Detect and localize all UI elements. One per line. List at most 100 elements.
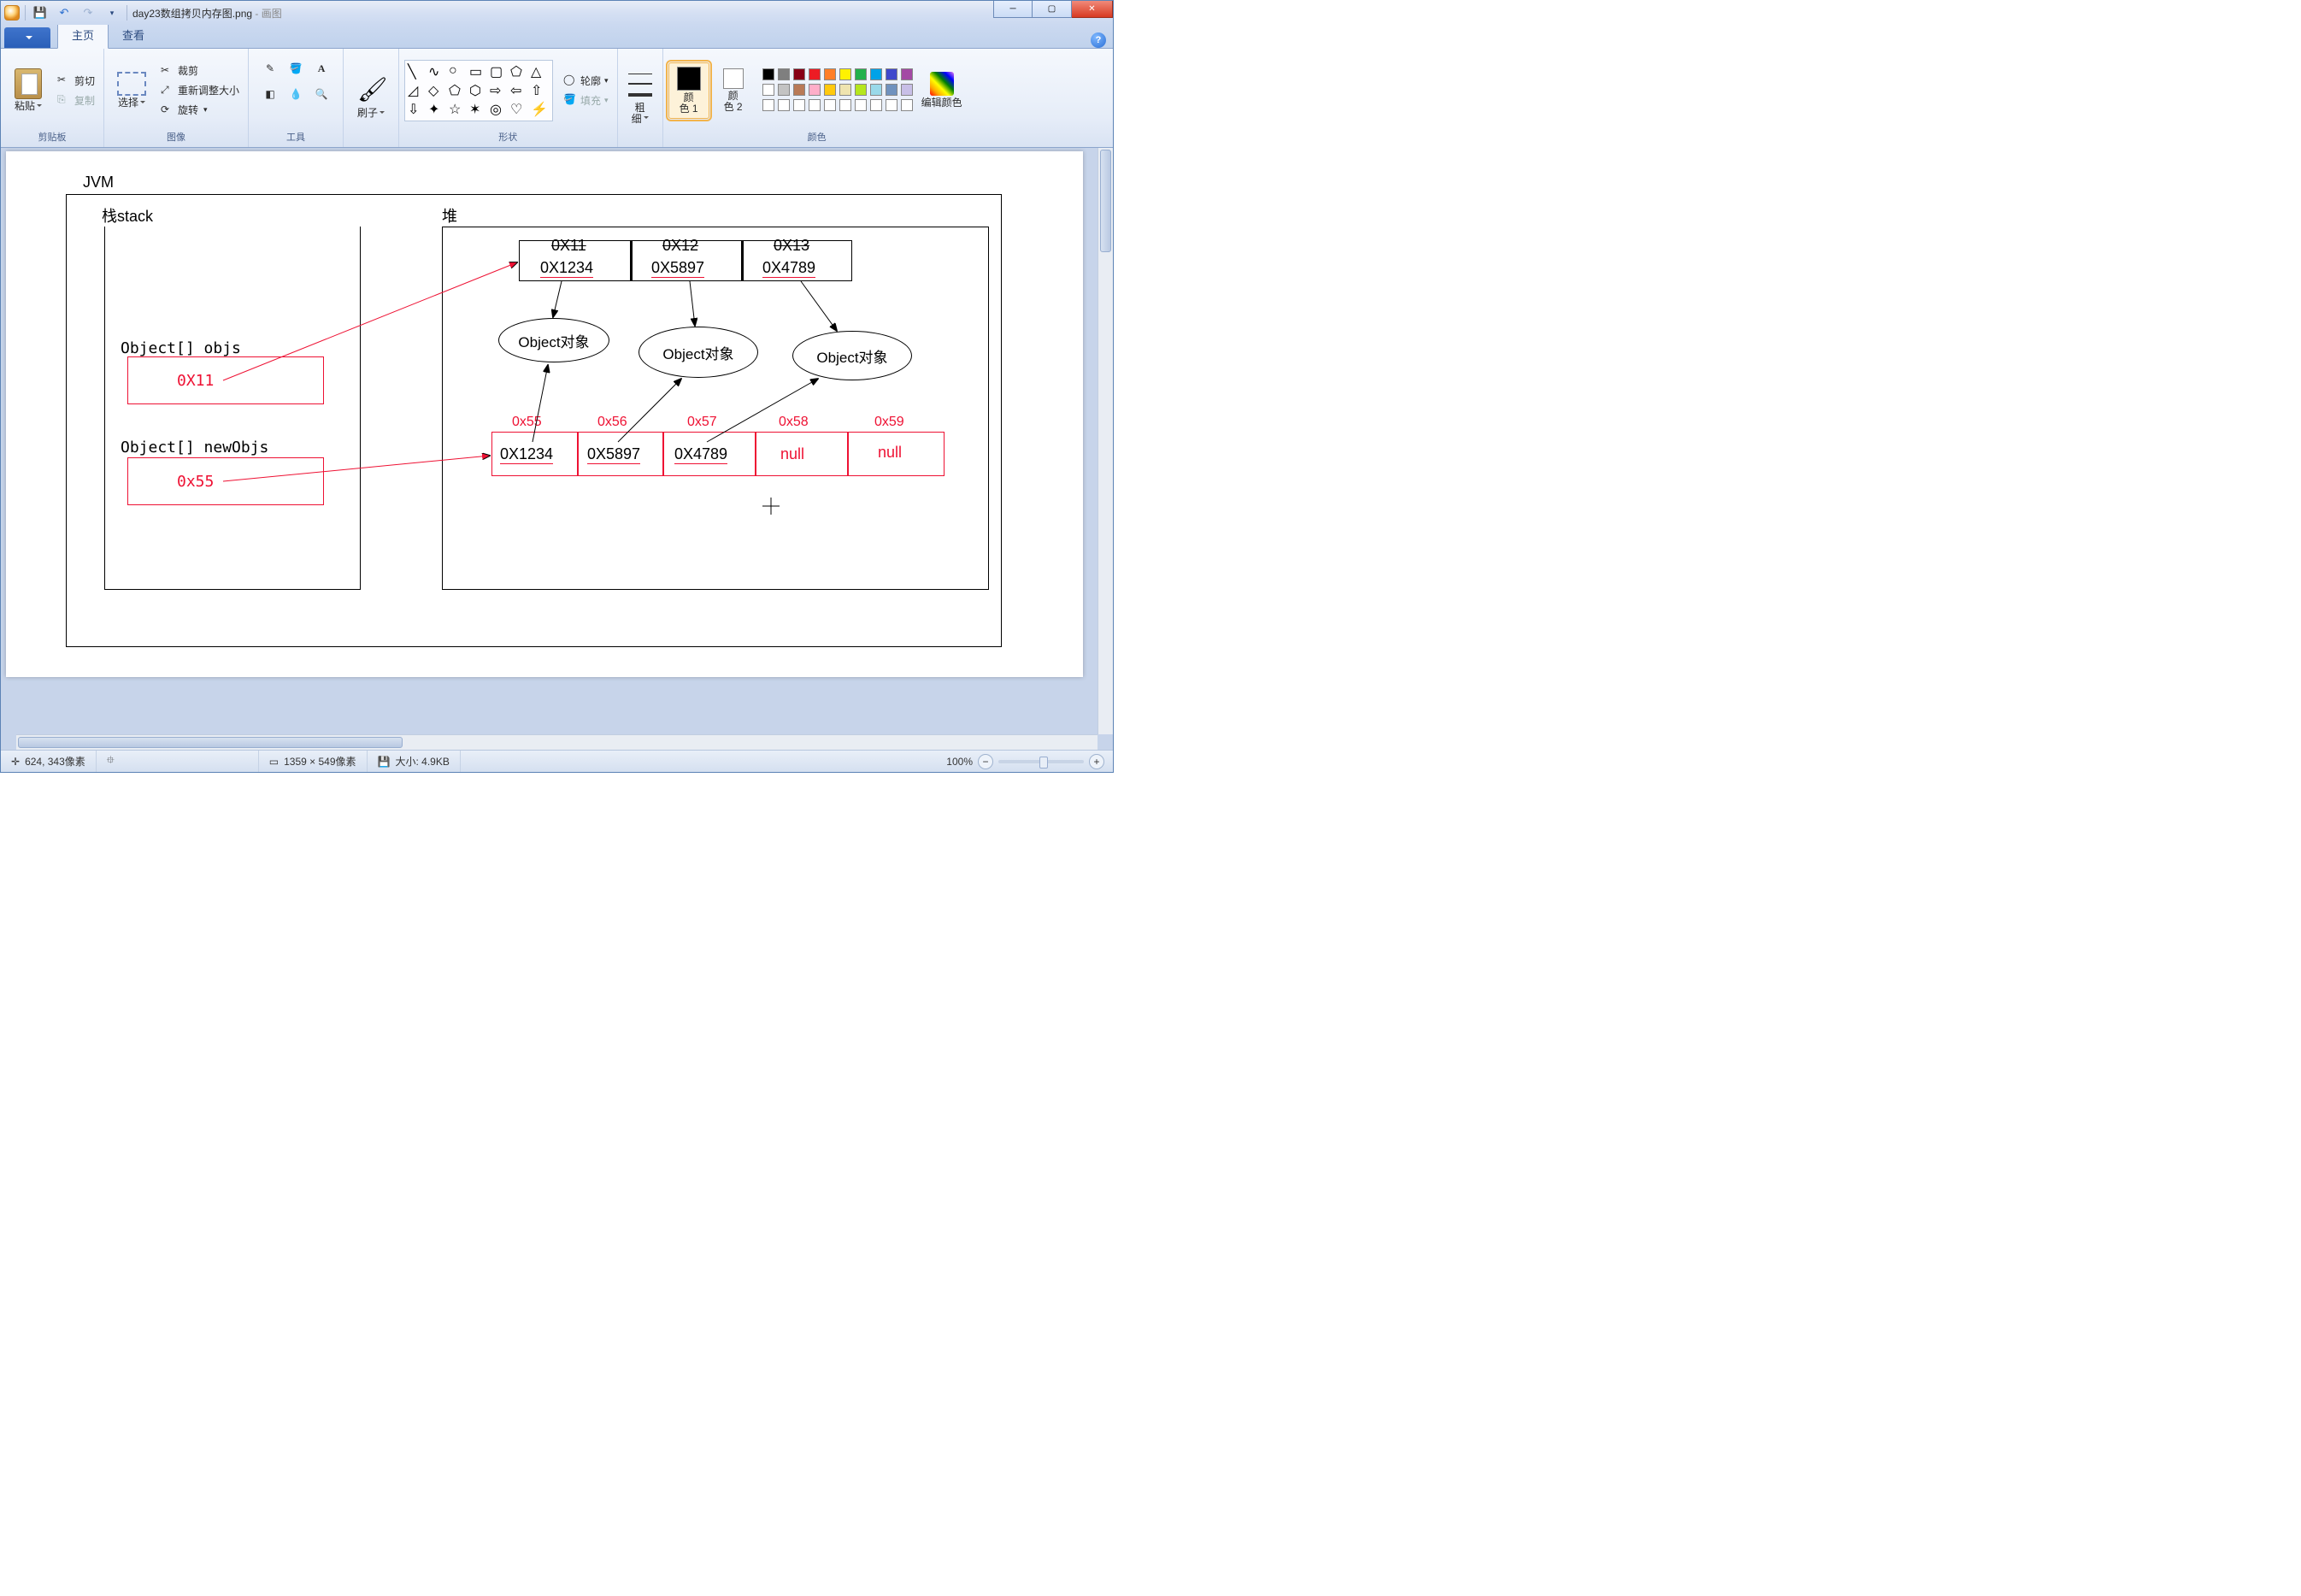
tool-pencil[interactable]: ✎ <box>259 62 281 75</box>
shape-darrow-icon[interactable]: ⇩ <box>408 101 427 118</box>
qat-undo[interactable]: ↶ <box>55 3 74 22</box>
paste-button[interactable]: 粘贴 <box>6 65 50 115</box>
shape-lightning-icon[interactable]: ⚡ <box>531 101 550 118</box>
shapes-gallery[interactable]: ╲∿○▭▢⬠△ ◿◇⬠⬡⇨⇦⇧ ⇩✦☆✶◎♡⚡ <box>404 60 553 121</box>
shape-6star-icon[interactable]: ✶ <box>469 101 488 118</box>
color-swatch[interactable] <box>839 84 851 96</box>
shape-callout-icon[interactable]: ◎ <box>490 101 509 118</box>
color-swatch[interactable] <box>870 68 882 80</box>
color-swatch[interactable] <box>762 68 774 80</box>
tab-home[interactable]: 主页 <box>57 22 109 49</box>
color1-button[interactable]: 颜 色 1 <box>668 62 709 119</box>
vertical-scrollbar[interactable] <box>1098 148 1113 734</box>
color-swatch[interactable] <box>901 84 913 96</box>
vscroll-thumb[interactable] <box>1100 150 1111 252</box>
color-swatch[interactable] <box>778 68 790 80</box>
tool-eraser[interactable]: ◧ <box>259 87 281 101</box>
shape-roundrect-icon[interactable]: ▢ <box>490 63 509 80</box>
color-swatch[interactable] <box>809 99 821 111</box>
shape-line-icon[interactable]: ╲ <box>408 63 427 80</box>
shape-fill-button[interactable]: 🪣填充▾ <box>560 92 612 109</box>
color-swatch[interactable] <box>809 84 821 96</box>
color-swatch[interactable] <box>824 84 836 96</box>
shape-heart-icon[interactable]: ♡ <box>510 101 529 118</box>
shape-rect-icon[interactable]: ▭ <box>469 63 488 80</box>
edit-colors-button[interactable]: 编辑颜色 <box>918 68 966 112</box>
title-app: 画图 <box>262 8 282 20</box>
tool-picker[interactable]: 💧 <box>285 87 307 101</box>
color-swatch[interactable] <box>839 99 851 111</box>
maximize-button[interactable]: ▢ <box>1033 1 1072 18</box>
copy-button[interactable]: ⎘复制 <box>54 92 98 109</box>
color-swatch[interactable] <box>839 68 851 80</box>
select-label: 选择 <box>118 97 145 109</box>
color-swatch[interactable] <box>778 84 790 96</box>
shape-larrow-icon[interactable]: ⇦ <box>510 82 529 99</box>
qat-customize[interactable]: ▾ <box>103 3 121 22</box>
close-button[interactable]: ✕ <box>1072 1 1113 18</box>
shape-hexagon-icon[interactable]: ⬡ <box>469 82 488 99</box>
color-swatch[interactable] <box>855 99 867 111</box>
color-swatch[interactable] <box>793 84 805 96</box>
color-swatch[interactable] <box>886 99 897 111</box>
tab-view[interactable]: 查看 <box>109 23 158 48</box>
shape-rarrow-icon[interactable]: ⇨ <box>490 82 509 99</box>
crop-button[interactable]: ✂裁剪 <box>157 62 243 79</box>
color2-button[interactable]: 颜 色 2 <box>713 65 754 116</box>
color-swatch[interactable] <box>762 99 774 111</box>
color-swatch[interactable] <box>901 99 913 111</box>
file-menu-button[interactable] <box>4 27 50 48</box>
shape-4star-icon[interactable]: ✦ <box>428 101 447 118</box>
shape-rtriangle-icon[interactable]: ◿ <box>408 82 427 99</box>
color-swatch[interactable] <box>809 68 821 80</box>
shape-pentagon-icon[interactable]: ⬠ <box>449 82 468 99</box>
resize-button[interactable]: ⤢重新调整大小 <box>157 82 243 98</box>
color-swatch[interactable] <box>824 99 836 111</box>
shape-triangle-icon[interactable]: △ <box>531 63 550 80</box>
color-swatch[interactable] <box>855 68 867 80</box>
tool-fill[interactable]: 🪣 <box>285 62 307 75</box>
edit-colors-icon <box>930 72 954 96</box>
minimize-button[interactable]: ─ <box>993 1 1033 18</box>
help-button[interactable]: ? <box>1091 32 1106 48</box>
color-swatch[interactable] <box>793 99 805 111</box>
hscroll-thumb[interactable] <box>18 737 403 748</box>
shape-diamond-icon[interactable]: ◇ <box>428 82 447 99</box>
color-palette[interactable] <box>762 68 915 113</box>
qat-save[interactable]: 💾 <box>31 3 50 22</box>
color-swatch[interactable] <box>824 68 836 80</box>
color-swatch[interactable] <box>793 68 805 80</box>
shape-5star-icon[interactable]: ☆ <box>449 101 468 118</box>
tool-zoom[interactable]: 🔍 <box>310 87 332 101</box>
qat-redo[interactable]: ↷ <box>79 3 97 22</box>
shape-uarrow-icon[interactable]: ⇧ <box>531 82 550 99</box>
shape-curve-icon[interactable]: ∿ <box>428 63 447 80</box>
zoom-slider[interactable] <box>998 760 1084 763</box>
select-button[interactable]: 选择 <box>109 68 154 112</box>
group-brush: 🖌 刷子 <box>344 49 399 147</box>
zoom-in-button[interactable]: + <box>1089 754 1104 769</box>
color-swatch[interactable] <box>870 99 882 111</box>
stroke-button[interactable]: 粗 细 <box>623 67 657 128</box>
horizontal-scrollbar[interactable] <box>16 734 1098 750</box>
shape-polygon-icon[interactable]: ⬠ <box>510 63 529 80</box>
shape-outline-button[interactable]: ◯轮廓▾ <box>560 73 612 89</box>
group-clipboard: 粘贴 ✂剪切 ⎘复制 剪贴板 <box>1 49 104 147</box>
color-swatch[interactable] <box>870 84 882 96</box>
color-swatch[interactable] <box>886 68 897 80</box>
tool-text[interactable]: A <box>310 62 332 76</box>
color-swatch[interactable] <box>855 84 867 96</box>
resize-label: 重新调整大小 <box>178 83 239 97</box>
color-swatch[interactable] <box>886 84 897 96</box>
canvas[interactable]: JVM 栈stack Object[] objs 0X11 Object[] n… <box>6 151 1083 677</box>
color-swatch[interactable] <box>762 84 774 96</box>
color-swatch[interactable] <box>901 68 913 80</box>
canvas-size-icon: ▭ <box>269 756 279 768</box>
zoom-out-button[interactable]: − <box>978 754 993 769</box>
brush-icon: 🖌 <box>357 75 385 106</box>
color-swatch[interactable] <box>778 99 790 111</box>
brush-button[interactable]: 🖌 刷子 <box>349 72 393 122</box>
cut-button[interactable]: ✂剪切 <box>54 73 98 89</box>
rotate-button[interactable]: ⟳旋转▾ <box>157 102 243 118</box>
shape-oval-icon[interactable]: ○ <box>449 63 468 80</box>
